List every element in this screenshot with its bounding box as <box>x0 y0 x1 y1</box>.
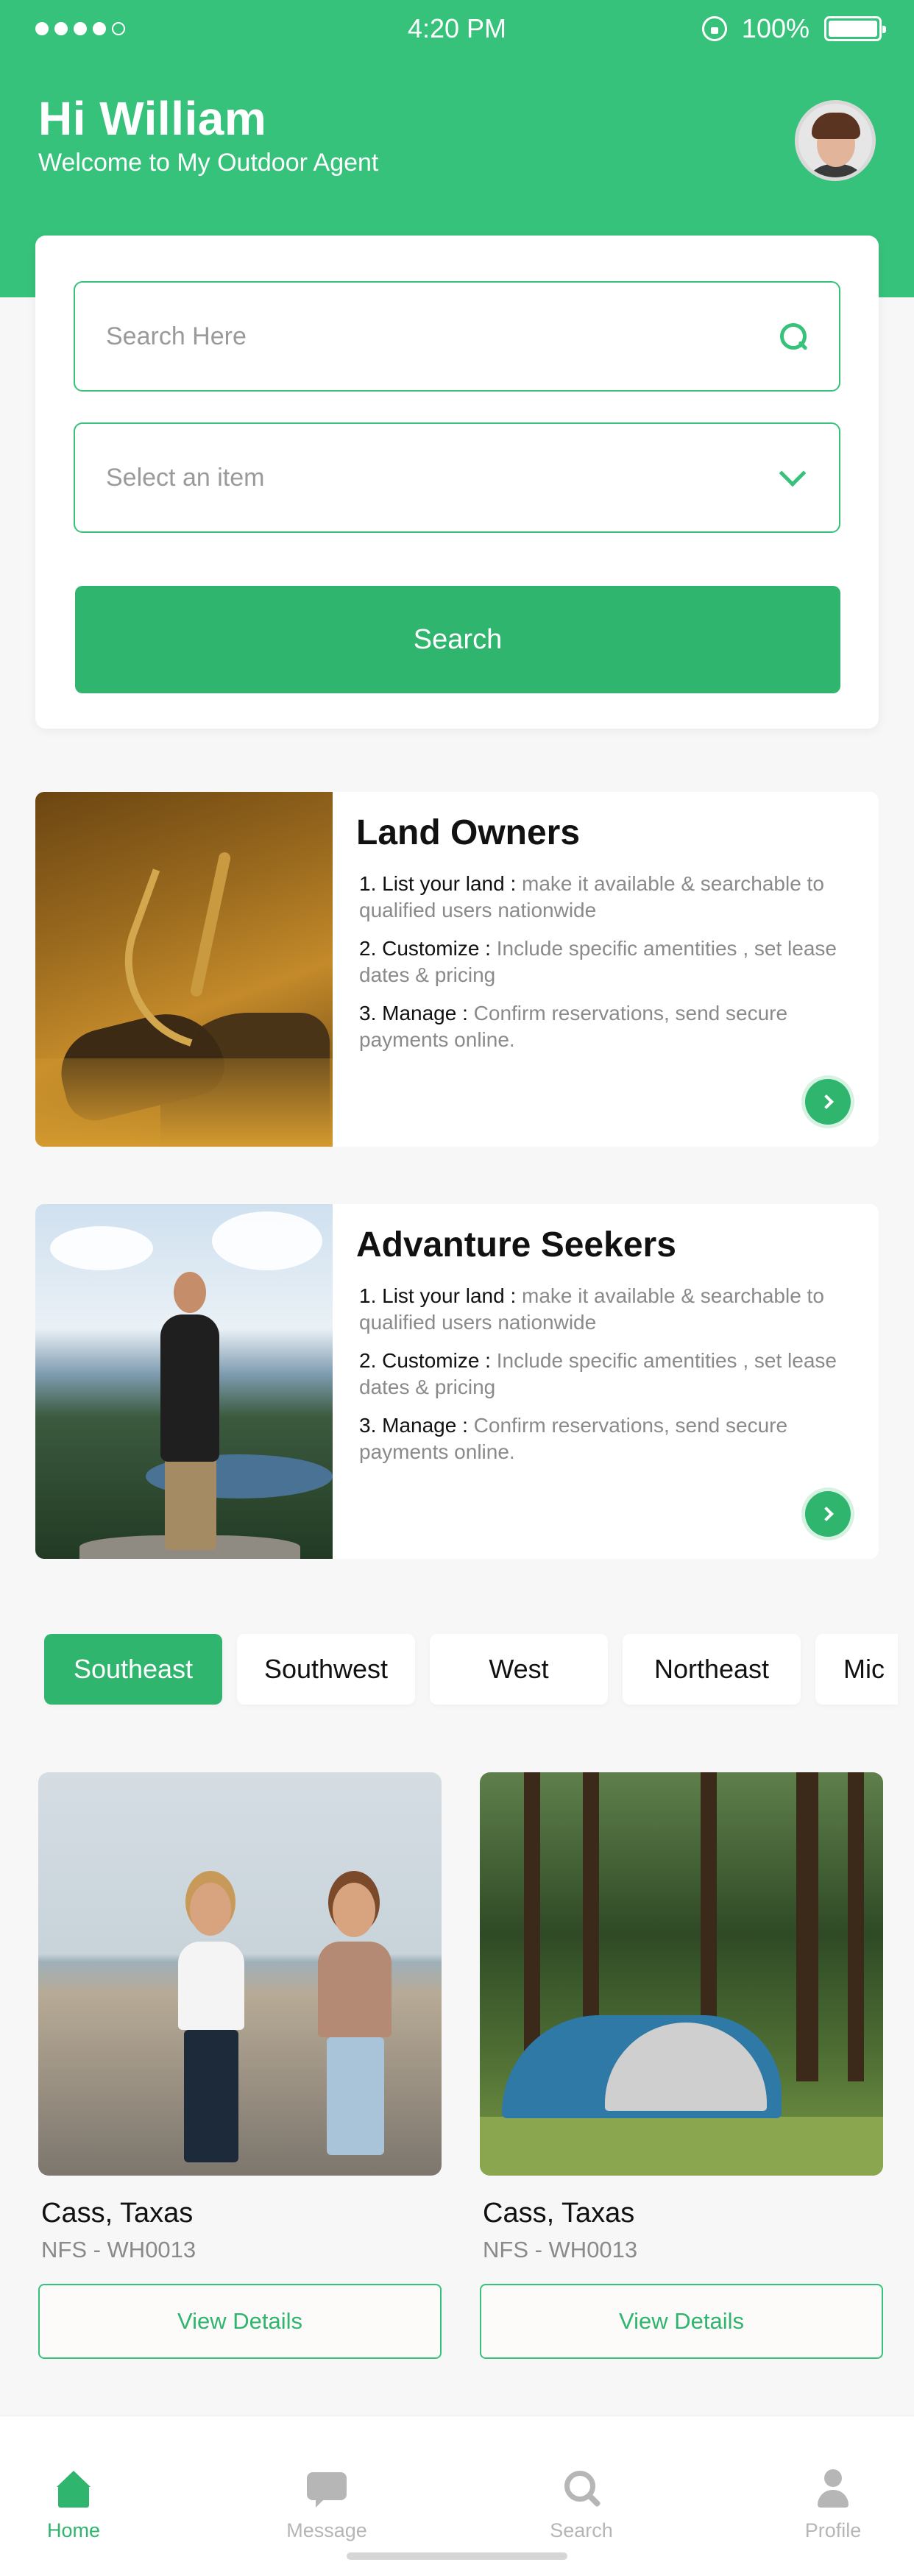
beach-image <box>38 1772 442 2176</box>
region-chip-west[interactable]: West <box>430 1634 608 1705</box>
tab-profile[interactable]: Profile <box>759 2469 907 2542</box>
search-placeholder: Search Here <box>106 322 247 350</box>
search-icon[interactable] <box>779 322 808 351</box>
land-owners-card[interactable]: Land Owners 1. List your land : make it … <box>35 792 879 1147</box>
deer-image <box>35 792 333 1147</box>
chevron-right-icon[interactable] <box>805 1491 851 1537</box>
view-details-button[interactable]: View Details <box>38 2284 442 2359</box>
tab-label: Message <box>286 2519 367 2541</box>
tab-label: Home <box>46 2519 101 2541</box>
region-chip-northeast[interactable]: Northeast <box>623 1634 801 1705</box>
tab-label: Search <box>550 2519 613 2541</box>
adventure-seekers-card[interactable]: Advanture Seekers 1. List your land : ma… <box>35 1204 879 1559</box>
listing-code: NFS - WH0013 <box>41 2237 196 2262</box>
search-card: Search Here Select an item Search <box>35 236 879 729</box>
listing-card[interactable]: Cass, Taxas NFS - WH0013 View Details <box>480 1772 883 2359</box>
region-chip-southwest[interactable]: Southwest <box>237 1634 415 1705</box>
home-icon <box>54 2469 93 2509</box>
item-select[interactable]: Select an item <box>74 422 840 533</box>
step-item: 3. Manage : Confirm reservations, send s… <box>359 1414 788 1463</box>
step-item: 2. Customize : Include specific amentiti… <box>359 1349 837 1398</box>
card-title: Advanture Seekers <box>356 1225 676 1264</box>
step-item: 1. List your land : make it available & … <box>359 1284 824 1334</box>
step-item: 1. List your land : make it available & … <box>359 872 824 921</box>
tab-search[interactable]: Search <box>508 2469 655 2542</box>
profile-icon <box>813 2469 853 2509</box>
tent-image <box>480 1772 883 2176</box>
chevron-right-icon[interactable] <box>805 1079 851 1125</box>
step-item: 2. Customize : Include specific amentiti… <box>359 937 837 986</box>
step-item: 3. Manage : Confirm reservations, send s… <box>359 1002 788 1051</box>
region-chip-midwest[interactable]: Mic <box>815 1634 898 1705</box>
tab-message[interactable]: Message <box>253 2469 400 2542</box>
greeting-subtitle: Welcome to My Outdoor Agent <box>38 149 379 177</box>
greeting-title: Hi William <box>38 92 267 145</box>
listing-name: Cass, Taxas <box>41 2198 194 2229</box>
listing-card[interactable]: Cass, Taxas NFS - WH0013 View Details <box>38 1772 442 2359</box>
search-icon <box>561 2469 601 2509</box>
region-filter: Southeast Southwest West Northeast Mic <box>44 1634 898 1705</box>
listing-code: NFS - WH0013 <box>483 2237 638 2262</box>
card-title: Land Owners <box>356 813 581 852</box>
battery-percent: 100% <box>741 13 810 43</box>
search-button[interactable]: Search <box>75 586 840 693</box>
message-icon <box>307 2469 347 2509</box>
status-bar: 4:20 PM 100% <box>0 0 914 59</box>
home-indicator <box>347 2552 567 2560</box>
tab-home[interactable]: Home <box>0 2469 147 2542</box>
avatar[interactable] <box>795 100 876 181</box>
orientation-lock-icon <box>701 16 727 41</box>
battery-icon <box>824 16 886 41</box>
select-placeholder: Select an item <box>106 463 265 492</box>
tab-label: Profile <box>804 2519 862 2541</box>
region-chip-southeast[interactable]: Southeast <box>44 1634 222 1705</box>
view-details-button[interactable]: View Details <box>480 2284 883 2359</box>
hiker-image <box>35 1204 333 1559</box>
chevron-down-icon[interactable] <box>779 459 807 487</box>
search-input[interactable]: Search Here <box>74 281 840 392</box>
listing-name: Cass, Taxas <box>483 2198 635 2229</box>
